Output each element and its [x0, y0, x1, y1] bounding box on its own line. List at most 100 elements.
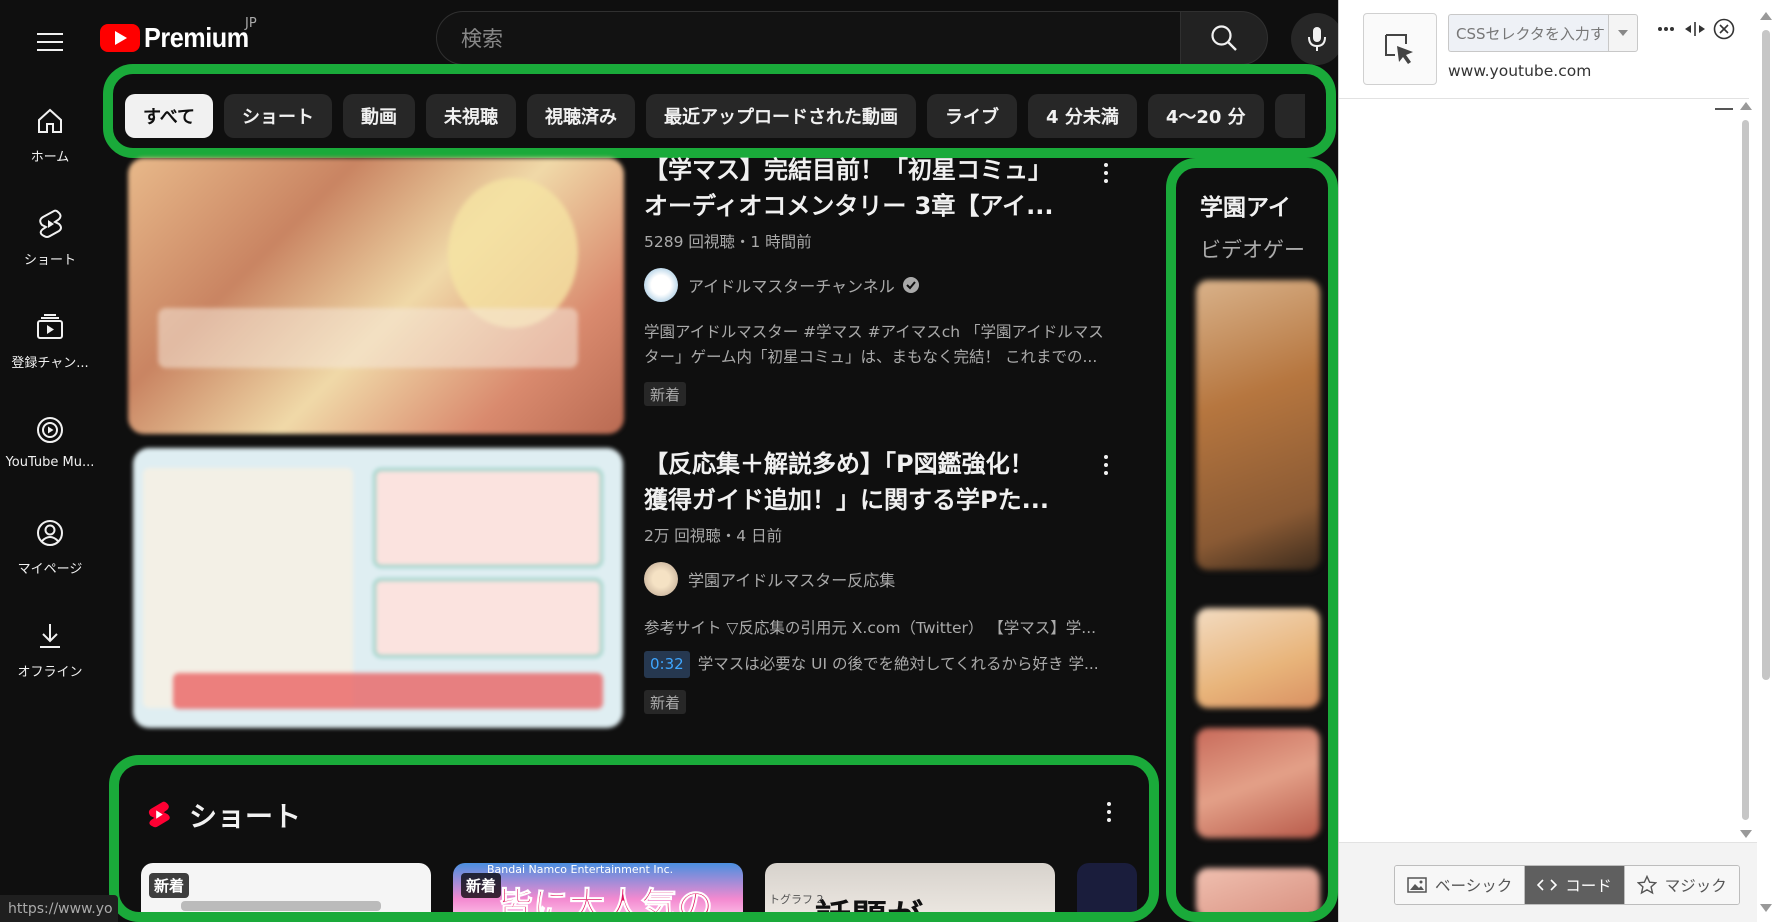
current-url: www.youtube.com	[1448, 62, 1592, 80]
desc-line: 学マスは必要な UI の後でを絶対してくれるから好き 学...	[697, 655, 1099, 673]
tab-label: コード	[1565, 877, 1612, 895]
chip-under-4-min[interactable]: 4 分未満	[1028, 94, 1137, 138]
panel-scrollbar[interactable]	[1759, 12, 1773, 912]
title-line: 【学マス】完結目前！「初星コミュ」	[644, 156, 1052, 184]
resize-panel-button[interactable]	[1682, 16, 1708, 42]
video-meta: 2万 回視聴・4 日前	[644, 527, 783, 545]
star-icon	[1636, 875, 1657, 895]
channel-link[interactable]: アイドルマスターチャンネル	[644, 268, 920, 302]
content-scrollbar[interactable]	[1737, 100, 1753, 840]
css-selector-dropdown[interactable]	[1608, 14, 1638, 52]
shorts-row: 新着 Bandai Namco Entertainment Inc. 皆に大人気…	[141, 863, 1137, 912]
chip-4-20-min[interactable]: 4〜20 分	[1147, 94, 1264, 138]
youtube-premium-logo[interactable]: Premium	[100, 22, 260, 54]
chip-videos[interactable]: 動画	[343, 94, 416, 138]
rail-item-subscriptions[interactable]: 登録チャン...	[0, 298, 100, 401]
desc-line: ター」ゲーム内「初星コミュ」は、まもなく完結！ これまでの...	[644, 348, 1098, 366]
css-selector-input[interactable]: CSSセレクタを入力す	[1448, 14, 1608, 52]
left-rail: ホーム ショート 登録チャン... YouTube Mu... マイページ オフ…	[0, 92, 100, 710]
new-badge: 新着	[644, 690, 687, 714]
rail-label: YouTube Mu...	[5, 455, 95, 470]
menu-button[interactable]	[30, 22, 70, 62]
side-thumbnail[interactable]	[1196, 608, 1320, 708]
link-status-url: https://www.yo	[0, 895, 118, 922]
short-item[interactable]: Bandai Namco Entertainment Inc. 皆に大人気の 新…	[453, 863, 743, 912]
channel-avatar[interactable]	[644, 268, 678, 302]
tab-label: ベーシック	[1435, 877, 1513, 895]
chip-shorts[interactable]: ショート	[224, 94, 333, 138]
more-actions-button[interactable]	[1094, 158, 1118, 188]
side-thumbnail[interactable]	[1196, 280, 1320, 570]
video-item[interactable]: 【学マス】完結目前！「初星コミュ」 オーディオコメンタリー 3章【アイ... 5…	[128, 156, 1148, 438]
chip-unwatched[interactable]: 未視聴	[426, 94, 517, 138]
video-thumbnail[interactable]	[128, 158, 624, 434]
hamburger-icon	[37, 33, 63, 51]
video-meta: 5289 回視聴・1 時間前	[644, 233, 812, 251]
mode-tabs-footer: ベーシック コード マジック	[1339, 842, 1757, 922]
side-thumbnail[interactable]	[1196, 868, 1320, 912]
side-thumbnail[interactable]	[1196, 728, 1320, 838]
video-thumbnail[interactable]	[133, 448, 623, 728]
desc-line: 参考サイト ▽反応集の引用元 X.com（Twitter） 【学マス】学...	[644, 619, 1097, 637]
chip-live[interactable]: ライブ	[927, 94, 1018, 138]
rail-label: オフライン	[17, 665, 83, 680]
country-code: JP	[245, 16, 257, 31]
chip-all[interactable]: すべて	[125, 94, 214, 138]
rail-item-shorts[interactable]: ショート	[0, 195, 100, 298]
search-input[interactable]: 検索	[436, 11, 1180, 65]
tab-code[interactable]: コード	[1525, 866, 1625, 904]
youtube-play-icon	[100, 24, 140, 52]
resize-horizontal-icon	[1685, 22, 1705, 36]
video-description: 学園アイドルマスター #学マス #アイマスch 「学園アイドルマス ター」ゲーム…	[644, 320, 1134, 370]
microphone-icon	[1308, 27, 1326, 51]
rail-label: ホーム	[30, 150, 70, 165]
more-actions-button[interactable]	[1094, 450, 1118, 480]
channel-link[interactable]: 学園アイドルマスター反応集	[644, 562, 895, 596]
chapter-line: 0:32 学マスは必要な UI の後でを絶対してくれるから好き 学...	[644, 651, 1134, 678]
short-item[interactable]	[1077, 863, 1137, 912]
search-button[interactable]	[1180, 11, 1268, 65]
tab-basic[interactable]: ベーシック	[1395, 866, 1526, 904]
channel-name: アイドルマスターチャンネル	[688, 277, 895, 296]
chip-overflow[interactable]	[1274, 94, 1305, 138]
shorts-more-button[interactable]	[1097, 797, 1121, 827]
short-item[interactable]: トグラフ 2 話題が	[765, 863, 1055, 912]
rail-item-youtube-music[interactable]: YouTube Mu...	[0, 401, 100, 504]
video-title[interactable]: 【反応集＋解説多め】「P図鑑強化！ 獲得ガイド追加！」に関する学Pた...	[644, 446, 1104, 518]
chip-recently-uploaded[interactable]: 最近アップロードされた動画	[646, 94, 917, 138]
close-icon	[1713, 18, 1735, 40]
more-options-button[interactable]	[1653, 16, 1679, 42]
my-page-icon	[33, 516, 67, 550]
shorts-icon	[33, 207, 67, 241]
chevron-down-icon	[1618, 30, 1628, 36]
rail-item-home[interactable]: ホーム	[0, 92, 100, 195]
shorts-header: ショート	[145, 795, 301, 835]
video-item[interactable]: 【反応集＋解説多め】「P図鑑強化！ 獲得ガイド追加！」に関する学Pた... 2万…	[128, 448, 1148, 738]
rail-item-my-page[interactable]: マイページ	[0, 504, 100, 607]
rail-label: 登録チャン...	[11, 356, 89, 371]
home-icon	[33, 104, 67, 138]
title-line: オーディオコメンタリー 3章【アイ...	[644, 192, 1054, 220]
tab-magic[interactable]: マジック	[1624, 866, 1739, 904]
close-panel-button[interactable]	[1711, 16, 1737, 42]
channel-avatar[interactable]	[644, 562, 678, 596]
video-title[interactable]: 【学マス】完結目前！「初星コミュ」 オーディオコメンタリー 3章【アイ...	[644, 152, 1104, 224]
chip-watched[interactable]: 視聴済み	[527, 94, 636, 138]
short-item[interactable]: 新着	[141, 863, 431, 912]
video-description: 参考サイト ▽反応集の引用元 X.com（Twitter） 【学マス】学... …	[644, 616, 1134, 678]
shorts-shelf-highlight: ショート 新着 Bandai Namco Entertainment Inc. …	[109, 755, 1159, 922]
timestamp-link[interactable]: 0:32	[644, 651, 690, 678]
panel-divider	[1339, 98, 1749, 99]
element-picker-icon	[1385, 34, 1413, 64]
rail-label: ショート	[23, 253, 76, 268]
logo-text: Premium	[144, 22, 249, 53]
collapse-dash[interactable]	[1715, 108, 1733, 110]
side-column-highlight: 学園アイ ビデオゲー	[1166, 158, 1338, 922]
download-icon	[33, 619, 67, 653]
shorts-title: ショート	[189, 800, 302, 833]
rail-item-offline[interactable]: オフライン	[0, 607, 100, 710]
tab-label: マジック	[1664, 877, 1727, 895]
element-picker-button[interactable]	[1363, 13, 1437, 85]
short-overlay-text: Bandai Namco Entertainment Inc.	[487, 863, 674, 876]
voice-search-button[interactable]	[1291, 13, 1338, 65]
